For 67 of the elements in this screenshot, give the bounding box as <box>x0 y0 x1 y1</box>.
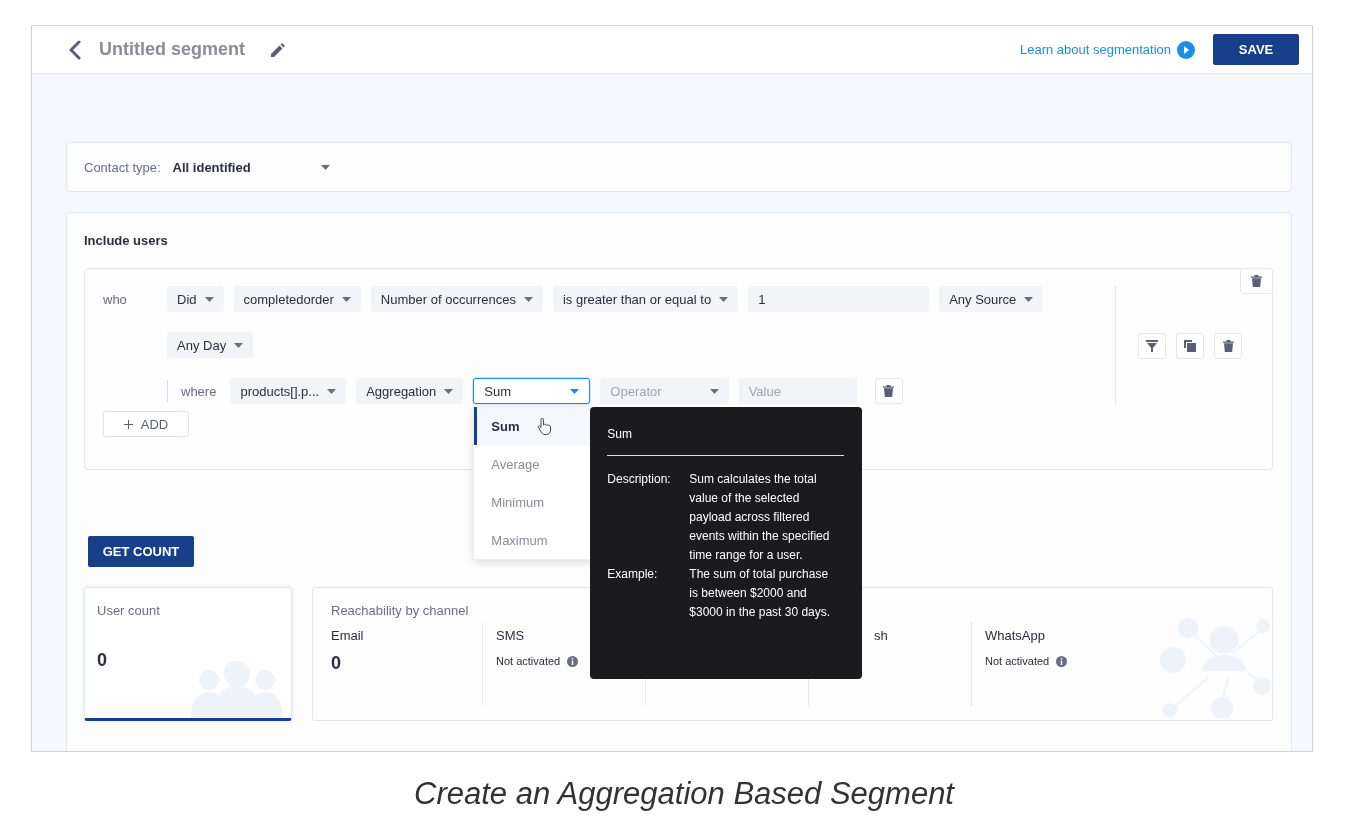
channel-count: 0 <box>331 653 342 674</box>
delete-button[interactable] <box>1240 268 1273 294</box>
caret-icon <box>444 388 454 394</box>
trash-icon <box>1251 275 1262 287</box>
plus-icon <box>123 419 133 429</box>
delete-button[interactable] <box>874 378 903 404</box>
who-label: who <box>103 291 128 307</box>
caret-icon <box>709 388 719 394</box>
caret-icon <box>234 342 244 348</box>
caret-icon <box>1024 296 1034 302</box>
tooltip-text: Sum calculates the total value of the selected payload across filtered events within the specified time range for a user. <box>689 471 831 564</box>
dropdown[interactable]: completedorder <box>233 286 361 312</box>
dropdown[interactable]: Did <box>167 286 224 312</box>
channel-name: Email <box>331 628 365 643</box>
input-field[interactable]: Value <box>738 378 857 404</box>
filter-button[interactable] <box>1138 332 1166 359</box>
tooltip-label: Description: <box>607 471 672 488</box>
contact-type-dropdown[interactable]: All identified <box>172 159 330 175</box>
caret-icon <box>204 296 214 302</box>
info-icon[interactable] <box>567 655 579 667</box>
dropdown[interactable]: is greater than or equal to <box>552 286 739 312</box>
channel-name: WhatsApp <box>985 628 1046 643</box>
help-link[interactable]: Learn about segmentation <box>1019 42 1171 57</box>
where-label: where <box>181 383 217 399</box>
figure-caption: Create an Aggregation Based Segment <box>413 776 956 812</box>
pointer-hand-icon <box>537 418 552 435</box>
section-title: Include users <box>84 233 169 248</box>
segment-title: Untitled segment <box>99 39 245 60</box>
caret-icon <box>341 296 351 302</box>
select-field[interactable]: Sum <box>473 378 591 404</box>
copy-button[interactable] <box>1176 332 1204 359</box>
info-icon[interactable] <box>1056 655 1068 667</box>
tooltip-text: The sum of total purchase is between $2000 and $3000 in the past 30 days. <box>689 566 832 621</box>
get-count-button[interactable]: GET COUNT <box>88 536 194 567</box>
back-icon[interactable] <box>69 39 81 60</box>
copy-icon <box>1184 339 1196 352</box>
trash-icon <box>1222 339 1234 352</box>
menu-item[interactable]: Sum <box>474 407 592 445</box>
tooltip-title: Sum <box>607 427 845 456</box>
channel-name: sh <box>873 628 889 643</box>
edit-icon[interactable] <box>271 42 285 57</box>
play-icon[interactable] <box>1177 40 1195 59</box>
user-count-label: User count <box>97 603 161 618</box>
delete-button[interactable] <box>1214 332 1242 359</box>
dropdown[interactable]: Any Source <box>939 286 1044 312</box>
reachability-title: Reachability by channel <box>331 603 469 618</box>
caret-icon <box>719 296 729 302</box>
dropdown[interactable]: products[].p... <box>230 378 347 404</box>
save-button[interactable]: SAVE <box>1213 34 1299 65</box>
input-field[interactable]: 1 <box>748 286 930 312</box>
contact-type-label: Contact type: <box>84 159 161 175</box>
caret-icon <box>327 388 337 394</box>
filter-icon <box>1146 339 1158 352</box>
channel-status: Not activated <box>985 655 1050 667</box>
add-button[interactable]: ADD <box>103 411 189 437</box>
channel-status: Not activated <box>496 655 561 667</box>
caret-icon <box>523 296 533 302</box>
menu-item[interactable]: Maximum <box>474 521 592 559</box>
tooltip-label: Example: <box>607 566 659 583</box>
caret-icon <box>570 388 580 394</box>
channel-name: SMS <box>496 628 526 643</box>
dropdown[interactable]: Aggregation <box>356 378 464 404</box>
user-count-value: 0 <box>97 650 108 671</box>
caret-icon <box>320 164 330 170</box>
dropdown[interactable]: Number of occurrences <box>370 286 543 312</box>
dropdown[interactable]: Any Day <box>167 332 254 358</box>
trash-icon <box>883 385 895 397</box>
